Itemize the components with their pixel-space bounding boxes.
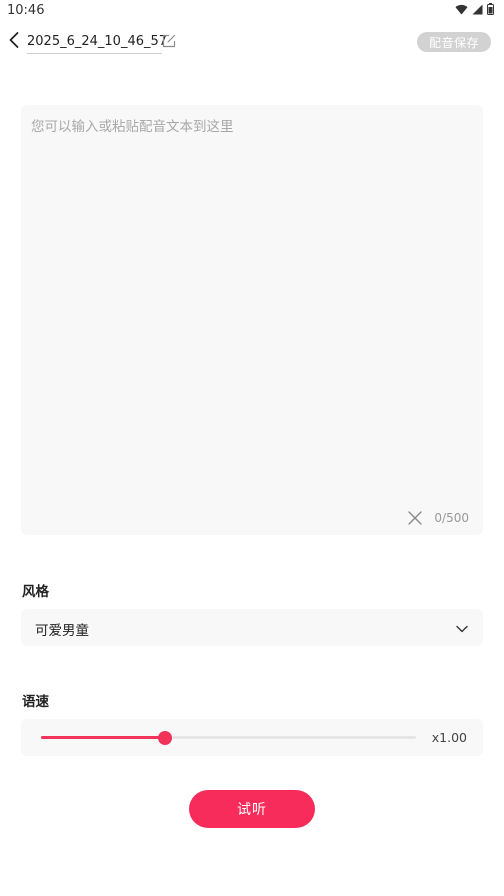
style-dropdown[interactable]: 可爱男童: [21, 609, 483, 646]
save-dubbing-button[interactable]: 配音保存: [417, 32, 491, 52]
page-title: 2025_6_24_10_46_57: [27, 34, 168, 49]
speed-control: x1.00: [21, 719, 483, 756]
back-button[interactable]: [4, 30, 24, 54]
edit-icon: [160, 34, 178, 54]
char-count: 0/500: [434, 511, 469, 525]
title-field[interactable]: 2025_6_24_10_46_57: [27, 30, 167, 54]
close-icon: [407, 511, 423, 530]
chevron-down-icon: [455, 621, 469, 635]
preview-listen-button[interactable]: 试听: [189, 790, 315, 828]
toolbar: 2025_6_24_10_46_57 配音保存: [0, 28, 504, 56]
text-editor: 0/500: [21, 105, 483, 535]
speed-slider-fill: [41, 736, 165, 739]
speed-slider-track[interactable]: [41, 730, 416, 745]
status-bar: 10:46: [0, 0, 504, 22]
dubbing-text-input[interactable]: [31, 115, 471, 500]
status-time: 10:46: [7, 3, 45, 18]
signal-icon: [472, 4, 483, 15]
status-icons: [455, 3, 494, 15]
edit-title-button[interactable]: [160, 32, 178, 50]
wifi-icon: [455, 4, 468, 15]
style-selected-value: 可爱男童: [35, 623, 89, 639]
back-arrow-icon: [8, 31, 20, 53]
speed-value: x1.00: [431, 730, 467, 745]
speed-label: 语速: [22, 694, 49, 710]
speed-slider-thumb[interactable]: [157, 730, 172, 745]
style-label: 风格: [22, 584, 49, 600]
clear-text-button[interactable]: [407, 510, 423, 526]
battery-icon: [487, 3, 494, 15]
